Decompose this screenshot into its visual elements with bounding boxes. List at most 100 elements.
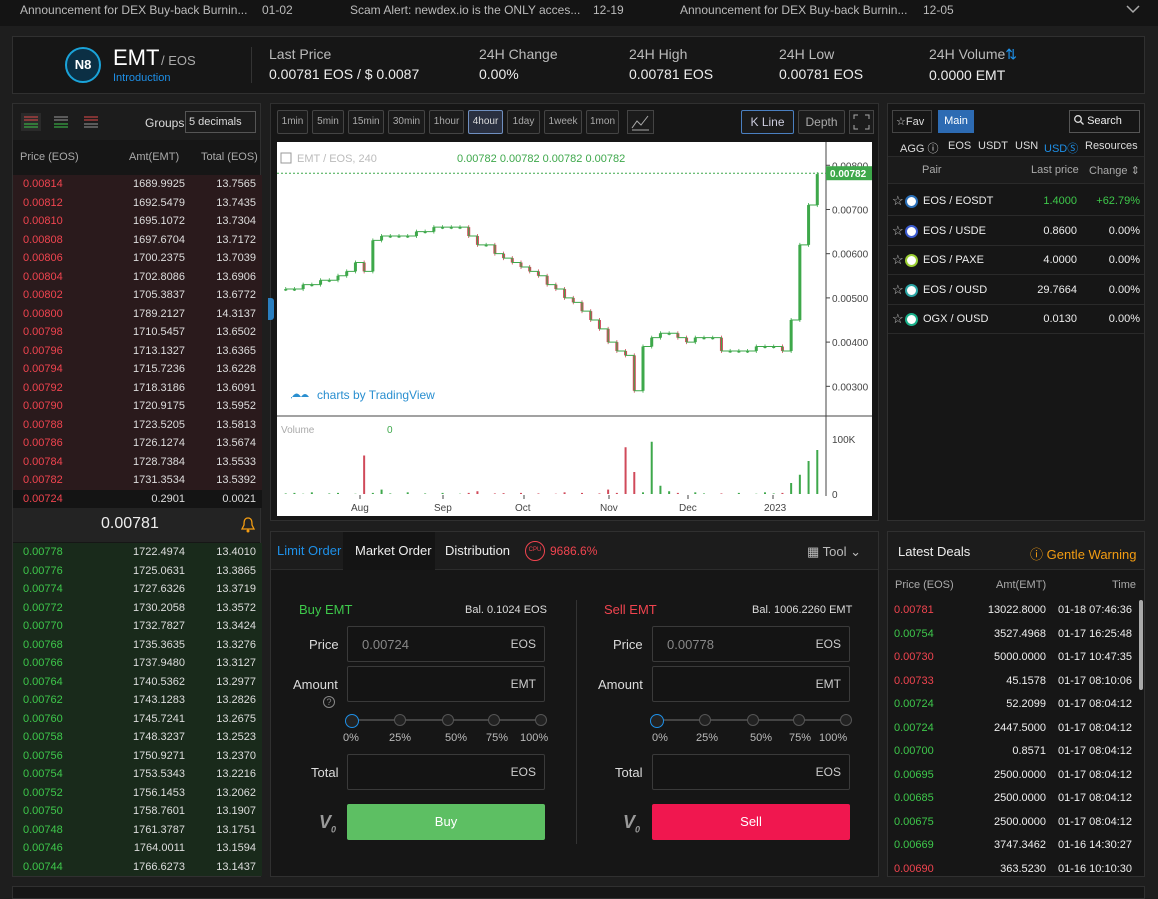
- chart-collapse-handle[interactable]: [268, 298, 274, 320]
- interval-1min[interactable]: 1min: [277, 110, 308, 134]
- volume-bar: [310, 492, 313, 494]
- tab-distribution[interactable]: Distribution: [445, 543, 510, 558]
- interval-4hour[interactable]: 4hour: [468, 110, 503, 134]
- bid-row[interactable]: 0.00752 1756.1453 13.2062: [13, 783, 262, 802]
- sell-price-input[interactable]: 0.00778 EOS: [652, 626, 850, 662]
- ask-row[interactable]: 0.00794 1715.7236 13.6228: [13, 360, 262, 379]
- col-change[interactable]: Change ⇕: [1089, 164, 1140, 177]
- buy-total-input[interactable]: EOS: [347, 754, 545, 790]
- bid-row[interactable]: 0.00768 1735.3635 13.3276: [13, 635, 262, 654]
- ask-row[interactable]: 0.00800 1789.2127 14.3137: [13, 304, 262, 323]
- help-icon[interactable]: ?: [323, 696, 335, 708]
- book-both-icon[interactable]: [21, 113, 41, 131]
- sort-icon[interactable]: ⇅: [1005, 46, 1017, 62]
- ask-row[interactable]: 0.00796 1713.1327 13.6365: [13, 341, 262, 360]
- tab-limit-order[interactable]: Limit Order: [277, 543, 341, 558]
- ask-row[interactable]: 0.00808 1697.6704 13.7172: [13, 230, 262, 249]
- tab-market-order[interactable]: Market Order: [355, 543, 432, 558]
- chevron-down-icon[interactable]: [1126, 4, 1140, 14]
- quote-usn[interactable]: USN: [1015, 140, 1038, 152]
- bid-row[interactable]: 0.00776 1725.0631 13.3865: [13, 561, 262, 580]
- book-asks-icon[interactable]: [81, 113, 101, 131]
- announcement-link[interactable]: Scam Alert: newdex.io is the ONLY acces.…: [350, 3, 580, 17]
- ask-row[interactable]: 0.00788 1723.5205 13.5813: [13, 415, 262, 434]
- quote-resources[interactable]: Resources: [1085, 140, 1138, 152]
- ask-row[interactable]: 0.00724 0.2901 0.0021: [13, 489, 262, 508]
- interval-1mon[interactable]: 1mon: [586, 110, 619, 134]
- bid-row[interactable]: 0.00754 1753.5343 13.2216: [13, 765, 262, 784]
- quote-usdt[interactable]: USDT: [978, 140, 1008, 152]
- ask-row[interactable]: 0.00804 1702.8086 13.6906: [13, 267, 262, 286]
- bid-row[interactable]: 0.00760 1745.7241 13.2675: [13, 709, 262, 728]
- bid-row[interactable]: 0.00746 1764.0011 13.1594: [13, 839, 262, 858]
- bid-row[interactable]: 0.00744 1766.6273 13.1437: [13, 857, 262, 876]
- bid-row[interactable]: 0.00750 1758.7601 13.1907: [13, 802, 262, 821]
- bell-icon[interactable]: [241, 517, 255, 533]
- interval-15min[interactable]: 15min: [348, 110, 384, 134]
- ask-row[interactable]: 0.00784 1728.7384 13.5533: [13, 452, 262, 471]
- gentle-warning[interactable]: ⓘ Gentle Warning: [1030, 544, 1136, 563]
- search-button[interactable]: Search: [1069, 110, 1140, 133]
- interval-30min[interactable]: 30min: [388, 110, 425, 134]
- ask-row[interactable]: 0.00802 1705.3837 13.6772: [13, 286, 262, 305]
- bid-row[interactable]: 0.00762 1743.1283 13.2826: [13, 691, 262, 710]
- ask-row[interactable]: 0.00790 1720.9175 13.5952: [13, 397, 262, 416]
- price-chart[interactable]: 0.008000.007000.006000.005000.004000.003…: [277, 142, 872, 516]
- bid-row[interactable]: 0.00764 1740.5362 13.2977: [13, 672, 262, 691]
- sell-total-input[interactable]: EOS: [652, 754, 850, 790]
- bid-row[interactable]: 0.00770 1732.7827 13.3424: [13, 617, 262, 636]
- groups-select[interactable]: 5 decimals: [185, 111, 256, 133]
- depth-button[interactable]: Depth: [798, 110, 845, 134]
- pair-row[interactable]: ☆ EOS / PAXE 4.0000 0.00%: [888, 246, 1144, 276]
- interval-1week[interactable]: 1week: [544, 110, 582, 134]
- book-bids-icon[interactable]: [51, 113, 71, 131]
- scrollbar[interactable]: [1139, 600, 1143, 690]
- introduction-link[interactable]: Introduction: [113, 72, 170, 84]
- sell-button[interactable]: Sell: [652, 804, 850, 840]
- kline-button[interactable]: K Line: [741, 110, 794, 134]
- fav-tab[interactable]: ☆Fav: [892, 110, 932, 133]
- main-tab[interactable]: Main: [938, 110, 974, 133]
- indicators-icon[interactable]: [627, 110, 654, 134]
- announcement-link[interactable]: Announcement for DEX Buy-back Burnin...: [20, 3, 247, 17]
- ask-row[interactable]: 0.00798 1710.5457 13.6502: [13, 323, 262, 342]
- announcement-link[interactable]: Announcement for DEX Buy-back Burnin...: [680, 3, 907, 17]
- ask-row[interactable]: 0.00782 1731.3534 13.5392: [13, 471, 262, 490]
- bid-row[interactable]: 0.00766 1737.9480 13.3127: [13, 654, 262, 673]
- ask-row[interactable]: 0.00792 1718.3186 13.6091: [13, 378, 262, 397]
- quote-eos[interactable]: EOS: [948, 140, 971, 152]
- interval-5min[interactable]: 5min: [312, 110, 344, 134]
- pair-row[interactable]: ☆ EOS / EOSDT 1.4000 +62.79%: [888, 187, 1144, 216]
- star-icon[interactable]: ☆: [892, 193, 904, 209]
- quote-usds[interactable]: USDⓈ: [1044, 140, 1079, 157]
- ask-row[interactable]: 0.00786 1726.1274 13.5674: [13, 434, 262, 453]
- ask-row[interactable]: 0.00812 1692.5479 13.7435: [13, 193, 262, 212]
- fullscreen-icon[interactable]: [849, 110, 874, 134]
- pair-row[interactable]: ☆ OGX / OUSD 0.0130 0.00%: [888, 305, 1144, 335]
- bid-row[interactable]: 0.00756 1750.9271 13.2370: [13, 746, 262, 765]
- bid-row[interactable]: 0.00778 1722.4974 13.4010: [13, 543, 262, 562]
- star-icon[interactable]: ☆: [892, 311, 904, 327]
- buy-price-input[interactable]: 0.00724 EOS: [347, 626, 545, 662]
- star-icon[interactable]: ☆: [892, 252, 904, 268]
- buy-slider-handle[interactable]: [345, 714, 359, 728]
- star-icon[interactable]: ☆: [892, 223, 904, 239]
- ask-row[interactable]: 0.00814 1689.9925 13.7565: [13, 175, 262, 194]
- bid-row[interactable]: 0.00774 1727.6326 13.3719: [13, 580, 262, 599]
- bid-row[interactable]: 0.00748 1761.3787 13.1751: [13, 820, 262, 839]
- tool-menu[interactable]: ▦ Tool ⌄: [807, 544, 861, 560]
- sell-amount-input[interactable]: EMT: [652, 666, 850, 702]
- buy-button[interactable]: Buy: [347, 804, 545, 840]
- sell-slider-handle[interactable]: [650, 714, 664, 728]
- interval-1day[interactable]: 1day: [507, 110, 540, 134]
- buy-amount-input[interactable]: EMT: [347, 666, 545, 702]
- ask-row[interactable]: 0.00806 1700.2375 13.7039: [13, 249, 262, 268]
- bid-row[interactable]: 0.00772 1730.2058 13.3572: [13, 598, 262, 617]
- bid-row[interactable]: 0.00758 1748.3237 13.2523: [13, 728, 262, 747]
- interval-1hour[interactable]: 1hour: [429, 110, 464, 134]
- ask-row[interactable]: 0.00810 1695.1072 13.7304: [13, 212, 262, 231]
- quote-agg[interactable]: AGG ⓘ: [900, 140, 939, 156]
- pair-row[interactable]: ☆ EOS / USDE 0.8600 0.00%: [888, 217, 1144, 246]
- star-icon[interactable]: ☆: [892, 282, 904, 298]
- pair-row[interactable]: ☆ EOS / OUSD 29.7664 0.00%: [888, 276, 1144, 305]
